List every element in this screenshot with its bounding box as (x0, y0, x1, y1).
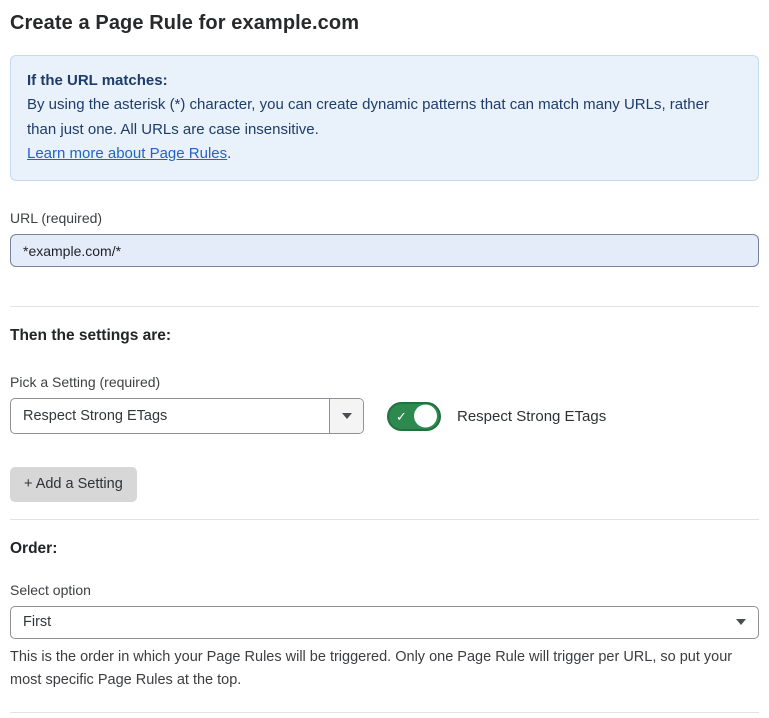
chevron-down-icon (736, 619, 746, 625)
setting-select[interactable]: Respect Strong ETags (10, 398, 364, 434)
pick-setting-label: Pick a Setting (required) (10, 374, 759, 390)
url-input[interactable] (10, 234, 759, 267)
order-select[interactable]: First (10, 606, 759, 639)
order-select-value: First (23, 614, 736, 630)
info-box-heading: If the URL matches: (27, 69, 742, 93)
add-setting-button[interactable]: + Add a Setting (10, 467, 137, 502)
learn-more-link[interactable]: Learn more about Page Rules (27, 145, 227, 162)
setting-select-arrow-button[interactable] (329, 399, 363, 433)
toggle-knob (414, 405, 437, 428)
settings-section-heading: Then the settings are: (10, 327, 759, 345)
link-period: . (227, 145, 231, 162)
setting-row: Respect Strong ETags ✓ Respect Strong ET… (10, 398, 759, 434)
chevron-down-icon (342, 413, 352, 419)
setting-select-value: Respect Strong ETags (11, 399, 329, 433)
footer-divider (10, 712, 759, 713)
respect-strong-etags-toggle[interactable]: ✓ (387, 402, 441, 431)
url-field-label: URL (required) (10, 210, 759, 226)
toggle-label: Respect Strong ETags (457, 408, 606, 425)
order-help-text: This is the order in which your Page Rul… (10, 646, 759, 692)
order-select-label: Select option (10, 582, 759, 598)
info-box-link-line: Learn more about Page Rules. (27, 142, 742, 166)
checkmark-icon: ✓ (396, 410, 407, 423)
order-section-heading: Order: (10, 540, 759, 558)
section-divider (10, 306, 759, 307)
create-page-rule-form: Create a Page Rule for example.com If th… (0, 0, 769, 718)
section-divider (10, 519, 759, 520)
page-title: Create a Page Rule for example.com (10, 12, 759, 35)
url-matches-info-box: If the URL matches: By using the asteris… (10, 55, 759, 181)
info-box-body: By using the asterisk (*) character, you… (27, 93, 742, 142)
